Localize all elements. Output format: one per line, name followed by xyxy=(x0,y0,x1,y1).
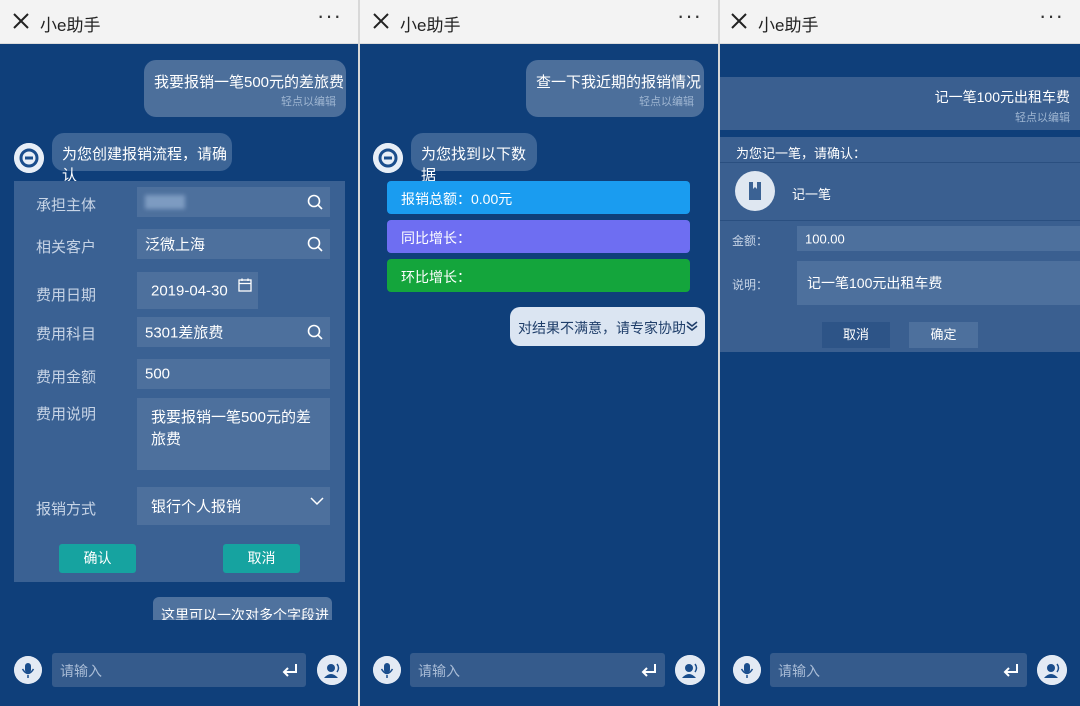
description-field[interactable]: 我要报销一笔500元的差 旅费 xyxy=(137,398,330,470)
microphone-icon[interactable] xyxy=(733,656,761,684)
top-bar: 小e助手 ··· xyxy=(720,0,1080,44)
description-line-1: 我要报销一笔500元的差 xyxy=(151,409,312,426)
send-icon[interactable] xyxy=(282,662,298,678)
search-icon[interactable] xyxy=(306,235,324,253)
edit-hint: 轻点以编辑 xyxy=(639,96,694,108)
amount-field[interactable]: 100.00 xyxy=(797,226,1080,251)
app-title: 小e助手 xyxy=(758,16,819,35)
send-icon[interactable] xyxy=(641,662,657,678)
amount-field[interactable]: 500 xyxy=(137,359,330,389)
notebook-icon xyxy=(735,171,775,211)
divider xyxy=(720,162,1080,163)
input-placeholder: 请输入 xyxy=(60,663,102,679)
bot-message-bubble: 为您找到以下数据 xyxy=(411,133,537,184)
more-menu-icon[interactable]: ··· xyxy=(317,5,342,27)
user-message-text: 我要报销一笔500元的差旅费 xyxy=(154,74,345,91)
chat-panel-record: 小e助手 ··· 记一笔100元出租车费 轻点以编辑 为您记一笔，请确认： 记一… xyxy=(720,0,1080,706)
method-label: 报销方式 xyxy=(36,501,97,518)
assistant-avatar-icon xyxy=(14,143,44,173)
customer-field[interactable]: 泛微上海 xyxy=(137,229,330,259)
input-placeholder: 请输入 xyxy=(418,663,460,679)
divider xyxy=(720,220,1080,221)
close-icon[interactable] xyxy=(371,10,391,32)
description-field[interactable]: 记一笔100元出租车费 xyxy=(797,261,1080,305)
description-line-2: 旅费 xyxy=(151,431,182,448)
entity-field[interactable] xyxy=(137,187,330,217)
subject-value: 5301差旅费 xyxy=(145,324,224,342)
customer-label: 相关客户 xyxy=(36,239,97,256)
user-message-bubble[interactable]: 查一下我近期的报销情况 轻点以编辑 xyxy=(526,60,704,117)
message-input[interactable]: 请输入 xyxy=(410,653,665,687)
record-card: 为您记一笔，请确认： 记一笔 金额： 100.00 说明： 记一笔100元出租车… xyxy=(720,137,1080,352)
description-label: 费用说明 xyxy=(36,406,97,423)
amount-label: 金额： xyxy=(732,234,769,248)
blurred-entity xyxy=(145,195,185,209)
date-value: 2019-04-30 xyxy=(151,282,228,299)
search-icon[interactable] xyxy=(306,323,324,341)
bot-message-bubble: 为您创建报销流程，请确认 xyxy=(52,133,232,184)
bot-message-text: 为您找到以下数据 xyxy=(421,146,527,184)
message-input[interactable]: 请输入 xyxy=(52,653,306,687)
total-amount-bar: 报销总额：0.00元 xyxy=(387,181,690,214)
user-message-strip[interactable]: 记一笔100元出租车费 轻点以编辑 xyxy=(720,77,1080,130)
cancel-button[interactable]: 取消 xyxy=(223,544,300,573)
description-label: 说明： xyxy=(732,278,769,292)
calendar-icon[interactable] xyxy=(238,278,252,292)
microphone-icon[interactable] xyxy=(373,656,401,684)
record-label: 记一笔 xyxy=(792,187,832,202)
user-message-text: 查一下我近期的报销情况 xyxy=(536,74,702,91)
top-bar: 小e助手 ··· xyxy=(360,0,718,44)
voice-assistant-icon[interactable] xyxy=(1037,655,1067,685)
more-menu-icon[interactable]: ··· xyxy=(677,5,702,27)
mom-growth-bar: 环比增长： xyxy=(387,259,690,292)
app-title: 小e助手 xyxy=(40,16,101,35)
double-chevron-down-icon xyxy=(686,321,698,332)
close-icon[interactable] xyxy=(11,10,31,32)
more-menu-icon[interactable]: ··· xyxy=(1039,5,1064,27)
chat-panel-query: 小e助手 ··· 查一下我近期的报销情况 轻点以编辑 为您找到以下数据 报销总额… xyxy=(360,0,718,706)
search-icon[interactable] xyxy=(306,193,324,211)
edit-hint: 轻点以编辑 xyxy=(1015,112,1070,124)
confirm-button[interactable]: 确定 xyxy=(909,322,978,348)
date-label: 费用日期 xyxy=(36,287,97,304)
voice-assistant-icon[interactable] xyxy=(675,655,705,685)
confirm-button[interactable]: 确认 xyxy=(59,544,136,573)
expense-form-card: 承担主体 相关客户 泛微上海 费用日期 2019-04-30 费用科目 5301… xyxy=(14,181,345,582)
date-field[interactable]: 2019-04-30 xyxy=(137,272,258,309)
user-message-bubble[interactable]: 我要报销一笔500元的差旅费 轻点以编辑 xyxy=(144,60,346,117)
input-placeholder: 请输入 xyxy=(778,663,820,679)
subject-label: 费用科目 xyxy=(36,326,97,343)
bot-message-text: 为您记一笔，请确认： xyxy=(736,146,867,161)
method-select[interactable]: 银行个人报销 xyxy=(137,487,330,525)
customer-value: 泛微上海 xyxy=(145,236,206,254)
close-icon[interactable] xyxy=(729,10,749,32)
app-title: 小e助手 xyxy=(400,16,461,35)
amount-value: 100.00 xyxy=(805,231,845,246)
subject-field[interactable]: 5301差旅费 xyxy=(137,317,330,347)
top-bar: 小e助手 ··· xyxy=(0,0,358,44)
chat-panel-expense: 小e助手 ··· 我要报销一笔500元的差旅费 轻点以编辑 为您创建报销流程，请… xyxy=(0,0,358,706)
entity-label: 承担主体 xyxy=(36,197,97,214)
microphone-icon[interactable] xyxy=(14,656,42,684)
description-value: 记一笔100元出租车费 xyxy=(807,275,943,291)
total-amount-text: 报销总额：0.00元 xyxy=(401,191,513,207)
expert-help-button[interactable]: 对结果不满意，请专家协助 xyxy=(510,307,705,346)
yoy-growth-text: 同比增长： xyxy=(401,230,471,246)
message-input[interactable]: 请输入 xyxy=(770,653,1027,687)
method-value: 银行个人报销 xyxy=(151,498,242,516)
edit-hint: 轻点以编辑 xyxy=(281,96,336,108)
voice-assistant-icon[interactable] xyxy=(317,655,347,685)
amount-label: 费用金额 xyxy=(36,369,97,386)
expert-help-text: 对结果不满意，请专家协助 xyxy=(518,320,686,336)
user-message-text: 记一笔100元出租车费 xyxy=(934,89,1070,105)
amount-value: 500 xyxy=(145,365,171,383)
chevron-down-icon xyxy=(310,497,324,506)
bot-message-text: 为您创建报销流程，请确认 xyxy=(62,146,228,184)
yoy-growth-bar: 同比增长： xyxy=(387,220,690,253)
cancel-button[interactable]: 取消 xyxy=(822,322,890,348)
send-icon[interactable] xyxy=(1003,662,1019,678)
mom-growth-text: 环比增长： xyxy=(401,269,471,285)
assistant-avatar-icon xyxy=(373,143,403,173)
